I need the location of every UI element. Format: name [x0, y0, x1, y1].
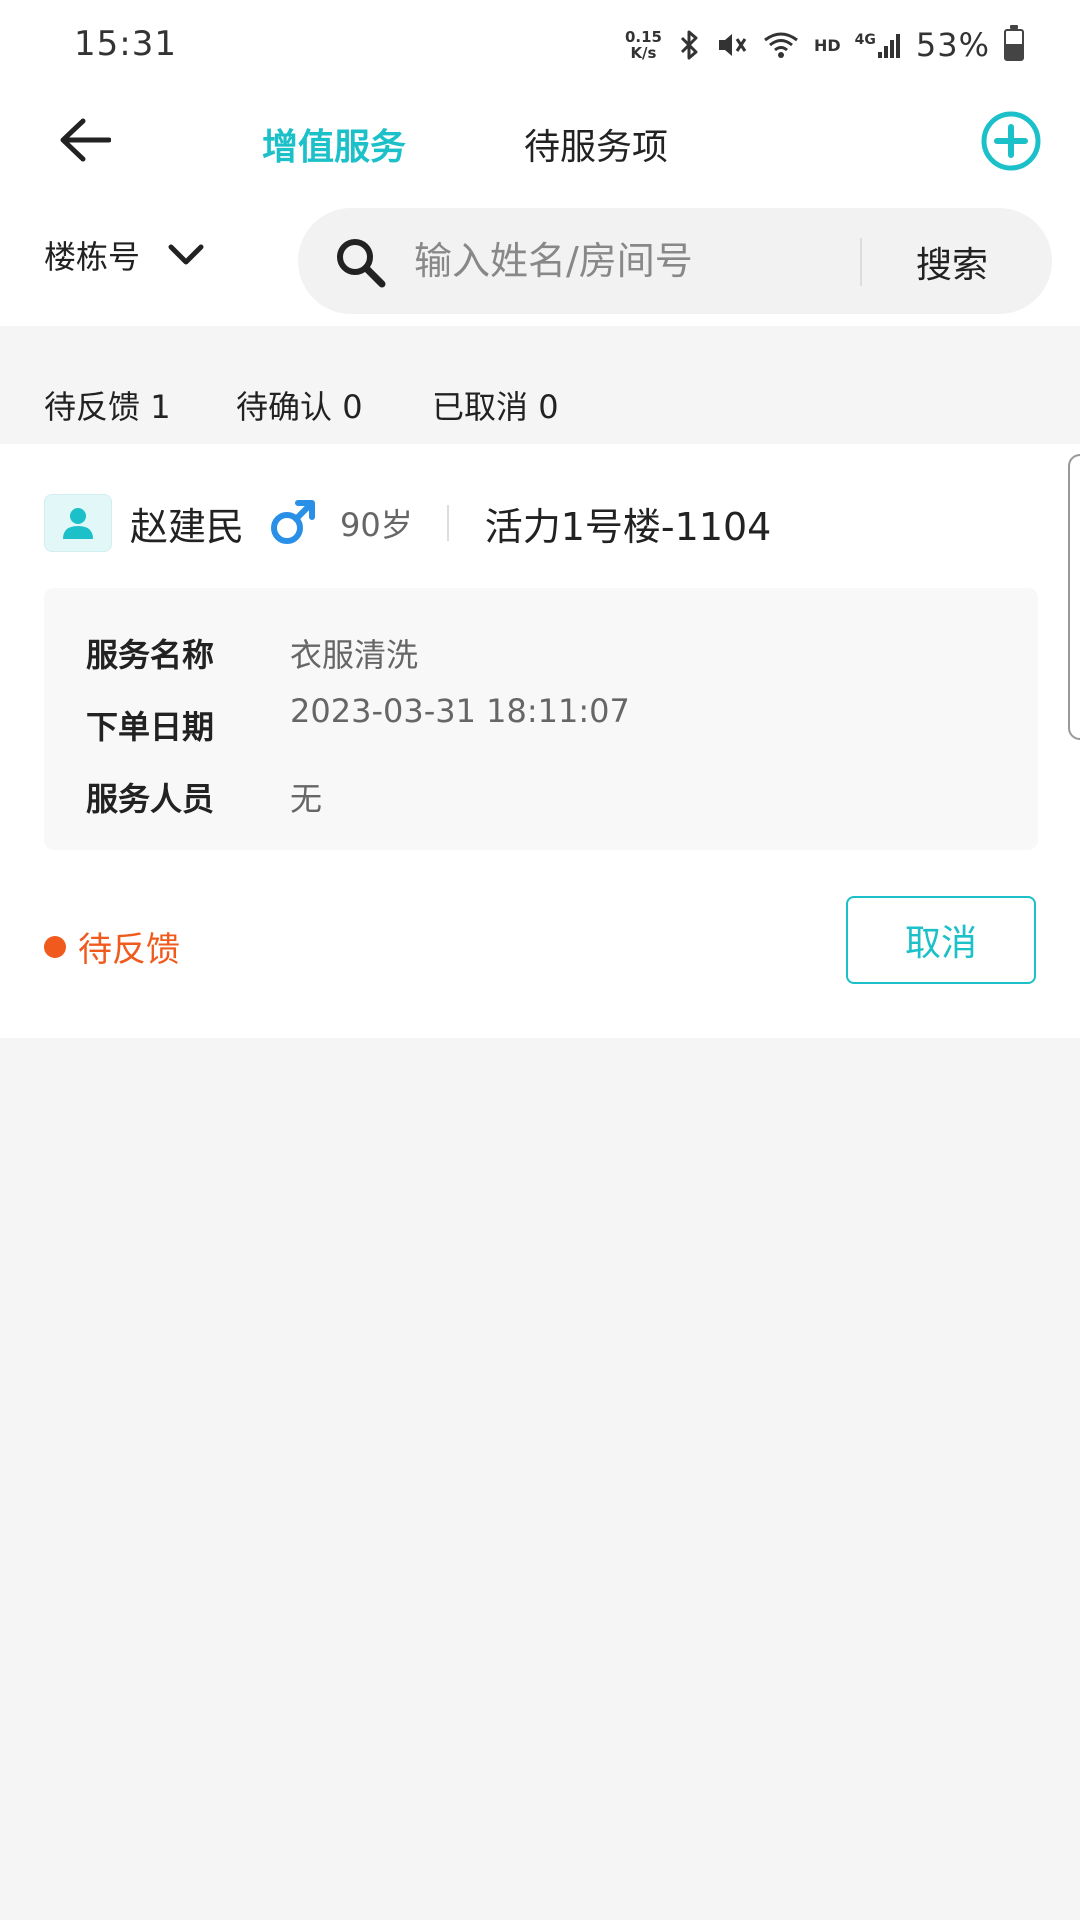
count-cancelled[interactable]: 已取消 0	[432, 382, 559, 428]
person-row: 赵建民 90岁 活力1号楼-1104	[44, 494, 771, 552]
arrow-left-icon	[60, 118, 111, 162]
back-button[interactable]	[50, 108, 120, 172]
service-staff-label: 服务人员	[86, 780, 215, 818]
add-button[interactable]	[980, 110, 1042, 172]
order-date-value: 2023-03-31 18:11:07	[290, 692, 630, 730]
status-dot	[44, 935, 66, 958]
count-pending-confirm[interactable]: 待确认 0	[236, 382, 363, 428]
male-icon	[271, 500, 316, 544]
search-divider	[860, 238, 862, 286]
divider	[446, 505, 449, 541]
count-pending-feedback[interactable]: 待反馈 1	[44, 382, 171, 428]
net-speed-unit: K/s	[630, 44, 657, 62]
hd-badge: HD	[813, 35, 841, 55]
count-label: 待确认	[236, 388, 333, 426]
search-icon	[337, 239, 386, 288]
nav-bar: 增值服务 待服务项	[0, 96, 1080, 186]
service-staff-value: 无	[290, 780, 323, 818]
battery-icon	[1004, 25, 1024, 61]
cancel-button[interactable]: 取消	[846, 896, 1036, 984]
order-status: 待反馈	[44, 922, 180, 971]
plus-circle-icon	[981, 111, 1041, 171]
mute-icon	[718, 34, 747, 56]
status-count-bar: 待反馈 1 待确认 0 已取消 0	[0, 326, 1080, 444]
signal-icon: 4G	[855, 32, 902, 58]
status-icons: 0.15 K/s HD 4G 53%	[625, 22, 1024, 68]
tab-value-added-services[interactable]: 增值服务	[262, 118, 406, 170]
count-value: 0	[342, 388, 363, 426]
status-bar: 15:31 0.15 K/s HD 4G 53%	[0, 0, 1080, 90]
service-name-value: 衣服清洗	[290, 636, 419, 674]
count-label: 已取消	[432, 388, 529, 426]
count-value: 1	[150, 388, 171, 426]
order-card[interactable]: 赵建民 90岁 活力1号楼-1104 服务名称 衣服清洗 下单日期 2023-0…	[0, 444, 1080, 1038]
search-input[interactable]	[414, 232, 854, 290]
chevron-down-icon	[168, 244, 204, 265]
person-age: 90岁	[340, 506, 413, 544]
net-speed-value: 0.15	[624, 28, 662, 46]
order-info: 服务名称 衣服清洗 下单日期 2023-03-31 18:11:07 服务人员 …	[44, 588, 1038, 850]
side-drawer-handle[interactable]	[1068, 454, 1080, 740]
room-number: 活力1号楼-1104	[484, 504, 772, 549]
bluetooth-icon	[680, 30, 698, 60]
order-date-label: 下单日期	[86, 708, 215, 746]
net-speed: 0.15 K/s	[625, 29, 662, 61]
avatar	[44, 494, 112, 552]
battery-percent: 53%	[915, 26, 990, 64]
count-label: 待反馈	[44, 388, 141, 426]
building-select[interactable]: 楼栋号	[44, 232, 204, 278]
search-box: 搜索	[298, 208, 1052, 314]
filter-row: 楼栋号 搜索	[0, 208, 1080, 316]
person-icon	[63, 508, 93, 539]
signal-bars	[877, 34, 900, 58]
service-name-label: 服务名称	[86, 636, 215, 674]
status-text: 待反馈	[78, 930, 180, 970]
signal-type: 4G	[854, 32, 876, 48]
count-value: 0	[538, 388, 559, 426]
person-name: 赵建民	[130, 504, 245, 549]
battery-fill	[1006, 44, 1022, 59]
wifi-icon	[764, 32, 798, 58]
tab-pending-services[interactable]: 待服务项	[524, 118, 668, 170]
building-select-label: 楼栋号	[44, 238, 141, 276]
status-time: 15:31	[74, 24, 177, 64]
search-button[interactable]: 搜索	[916, 236, 988, 288]
